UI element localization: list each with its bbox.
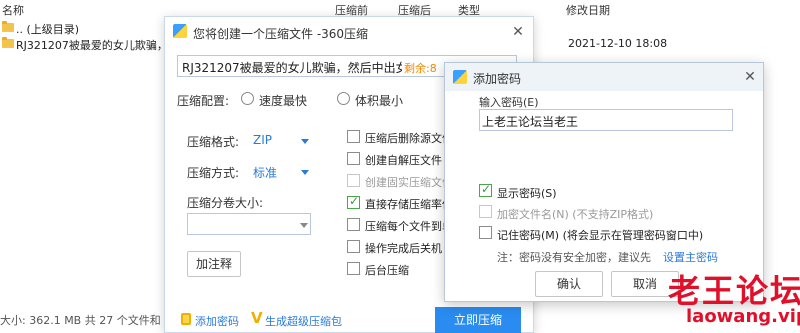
checkbox-show-password[interactable] [479,182,492,197]
checkbox-remember-password[interactable] [479,226,492,239]
add-password-link[interactable]: 添加密码 [195,313,239,329]
app-360zip-icon [173,24,187,38]
column-name[interactable]: 名称 [2,2,24,18]
checkbox-shutdown-label: 操作完成后关机 [365,242,442,255]
checkbox-store-low-ratio[interactable] [347,194,360,209]
super-pack-icon: V [251,309,263,327]
method-label: 压缩方式: [187,166,240,180]
remaining-space: 剩余:8 [404,62,437,75]
format-label: 压缩格式: [187,135,240,149]
config-label: 压缩配置: [177,94,230,108]
folder-icon [2,37,14,48]
super-pack-link[interactable]: 生成超级压缩包 [265,313,342,329]
checkbox-encrypt-filenames [479,205,492,218]
checkbox-delete-source[interactable] [347,130,360,143]
app-360zip-icon [453,70,467,84]
folder-icon [2,21,14,32]
lock-icon [181,313,191,325]
checkbox-solid-archive [347,174,360,187]
filename-value: RJ321207被最爱的女儿欺骗，然后中出女儿了.zip [182,61,402,75]
dialog-title: 您将创建一个压缩文件 -360压缩 [193,27,369,41]
add-comment-button[interactable]: 加注释 [187,251,241,277]
password-input-label: 输入密码(E) [479,96,539,109]
format-select[interactable]: ZIP [253,133,272,147]
volume-size-combobox[interactable] [187,213,311,235]
radio-speed-fastest[interactable] [241,92,254,105]
chevron-down-icon[interactable] [301,139,309,144]
item-date: 2021-12-10 18:08 [568,37,668,50]
checkbox-each-file-separate[interactable] [347,218,360,231]
checkbox-self-extract[interactable] [347,152,360,165]
chevron-down-icon[interactable] [301,170,309,175]
radio-speed-label: 速度最快 [259,94,308,108]
password-value: 上老王论坛当老王 [482,115,579,129]
radio-size-smallest[interactable] [337,92,350,105]
radio-size-label: 体积最小 [355,94,404,108]
dialog-footer: 添加密码 V 生成超级压缩包 立即压缩 [165,307,533,333]
status-bar-text: 大小: 362.1 MB 共 27 个文件和 1 个 [0,314,170,327]
password-input[interactable]: 上老王论坛当老王 [479,109,733,131]
checkbox-store-low-ratio-label: 直接存储压缩率低 [365,198,453,211]
show-password-label: 显示密码(S) [497,187,557,200]
start-compress-button[interactable]: 立即压缩 [435,307,521,333]
chevron-down-icon[interactable] [300,223,308,228]
confirm-button[interactable]: 确认 [535,271,603,297]
security-note: 注：密码没有安全加密，建议先 [497,251,651,264]
checkbox-shutdown[interactable] [347,240,360,253]
checkbox-each-file-separate-label: 压缩每个文件到单 [365,220,453,233]
file-list-header: 名称 压缩前 压缩后 类型 修改日期 [0,0,800,18]
checkbox-self-extract-label: 创建自解压文件 [365,154,442,167]
method-select[interactable]: 标准 [253,164,277,181]
column-modified-date[interactable]: 修改日期 [566,2,610,18]
checkbox-solid-archive-label: 创建固实压缩文件 [365,176,453,189]
watermark-url: laowang.vip [686,306,800,327]
encrypt-filenames-label: 加密文件名(N) (不支持ZIP格式) [497,208,654,221]
checkbox-background-label: 后台压缩 [365,264,409,277]
remember-password-label: 记住密码(M) (将会显示在管理密码窗口中) [497,229,704,242]
password-titlebar: 添加密码 ✕ [445,63,763,91]
close-icon[interactable]: ✕ [741,68,759,86]
close-icon[interactable]: ✕ [509,23,527,41]
password-dialog-title: 添加密码 [473,72,522,86]
dialog-titlebar: 您将创建一个压缩文件 -360压缩 ✕ [165,17,533,47]
item-name: .. (上级目录) [16,23,80,36]
checkbox-delete-source-label: 压缩后删除源文件 [365,132,453,145]
checkbox-background[interactable] [347,262,360,275]
volume-label: 压缩分卷大小: [187,196,264,210]
item-name: RJ321207被最爱的女儿欺骗，然 [16,39,179,52]
set-master-password-link[interactable]: 设置主密码 [663,249,718,265]
